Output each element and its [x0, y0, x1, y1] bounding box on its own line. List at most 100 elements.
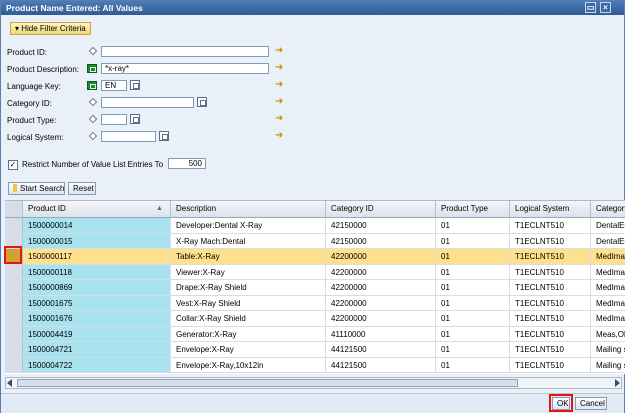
table-row[interactable]: 1500000118 Viewer:X-Ray 42200000 01 T1EC…: [5, 264, 625, 280]
category-id-input[interactable]: [101, 97, 194, 108]
select-all-cell[interactable]: [5, 201, 23, 217]
horizontal-scrollbar[interactable]: [5, 377, 622, 389]
product-type-input[interactable]: [101, 114, 127, 125]
product-type-cell: 01: [436, 264, 510, 279]
operator-icon[interactable]: [88, 131, 98, 141]
logical-system-cell: T1ECLNT510: [510, 295, 591, 310]
scroll-right-icon[interactable]: [615, 379, 620, 387]
row-selector[interactable]: [5, 264, 23, 279]
value-help-icon[interactable]: [130, 80, 140, 90]
reset-button[interactable]: Reset: [68, 182, 96, 195]
start-search-button[interactable]: Start Search: [8, 182, 65, 195]
row-selector[interactable]: [5, 326, 23, 341]
table-row[interactable]: 1500000015 X-Ray Mach:Dental 42150000 01…: [5, 233, 625, 249]
language-key-input[interactable]: EN: [101, 80, 127, 91]
value-help-icon[interactable]: [130, 114, 140, 124]
description-cell: Envelope:X-Ray,10x12in: [171, 357, 326, 372]
description-cell: Table:X-Ray: [171, 249, 326, 264]
logical-system-cell: T1ECLNT510: [510, 342, 591, 357]
category-id-cell: 42200000: [326, 311, 436, 326]
category-header[interactable]: Category: [591, 201, 625, 217]
scroll-left-icon[interactable]: [7, 379, 12, 387]
table-row[interactable]: 1500001676 Collar:X-Ray Shield 42200000 …: [5, 311, 625, 327]
row-selector[interactable]: [5, 280, 23, 295]
category-id-cell: 42200000: [326, 280, 436, 295]
table-row[interactable]: 1500004419 Generator:X-Ray 41110000 01 T…: [5, 326, 625, 342]
table-row[interactable]: 1500001675 Vest:X-Ray Shield 42200000 01…: [5, 295, 625, 311]
logical-system-cell: T1ECLNT510: [510, 264, 591, 279]
product-id-cell: 1500004722: [23, 357, 171, 372]
logical-system-label: Logical System:: [7, 133, 64, 142]
dialog-title: Product Name Entered: All Values ▭ ×: [1, 1, 624, 15]
arrow-right-icon[interactable]: ➜: [275, 46, 285, 56]
logical-system-input[interactable]: [101, 131, 156, 142]
logical-system-cell: T1ECLNT510: [510, 357, 591, 372]
operator-icon[interactable]: [88, 97, 98, 107]
description-cell: Developer:Dental X-Ray: [171, 218, 326, 233]
category-id-cell: 42150000: [326, 218, 436, 233]
category-cell: Meas,Obs: [596, 329, 625, 339]
product-type-header[interactable]: Product Type: [436, 201, 510, 217]
category-cell: DentalEqu: [596, 236, 625, 246]
start-search-label: Start Search: [20, 184, 65, 193]
description-cell: Drape:X-Ray Shield: [171, 280, 326, 295]
arrow-right-icon[interactable]: ➜: [275, 97, 285, 107]
row-selector[interactable]: [5, 357, 23, 372]
logical-system-header[interactable]: Logical System: [510, 201, 591, 217]
table-row[interactable]: 1500004721 Envelope:X-Ray 44121500 01 T1…: [5, 342, 625, 358]
hide-filter-criteria-button[interactable]: ▾ Hide Filter Criteria: [10, 22, 91, 35]
description-cell: X-Ray Mach:Dental: [171, 233, 326, 248]
row-selector[interactable]: [5, 295, 23, 310]
product-type-cell: 01: [436, 295, 510, 310]
row-selector[interactable]: [5, 218, 23, 233]
scrollbar-thumb[interactable]: [17, 379, 518, 387]
description-header[interactable]: Description: [171, 201, 326, 217]
logical-system-cell: T1ECLNT510: [510, 311, 591, 326]
product-id-cell: 1500001675: [23, 295, 171, 310]
product-id-cell: 1500004419: [23, 326, 171, 341]
category-cell: MedImag: [596, 314, 625, 323]
arrow-right-icon[interactable]: ➜: [275, 80, 285, 90]
logical-system-cell: T1ECLNT510: [510, 218, 591, 233]
category-cell: Mailing su: [596, 360, 625, 370]
product-type-cell: 01: [436, 342, 510, 357]
close-icon[interactable]: ×: [600, 2, 611, 13]
value-help-icon[interactable]: [159, 131, 169, 141]
category-id-header[interactable]: Category ID: [326, 201, 436, 217]
product-description-input[interactable]: *x-ray*: [101, 63, 269, 74]
operator-icon[interactable]: [87, 64, 97, 73]
restrict-entries-checkbox[interactable]: ✓: [8, 160, 18, 170]
product-type-label: Product Type:: [7, 116, 57, 125]
row-selector[interactable]: [5, 311, 23, 326]
table-row-selected[interactable]: 1500000117 Table:X-Ray 42200000 01 T1ECL…: [5, 249, 625, 265]
restrict-entries-label: Restrict Number of Value List Entries To: [22, 160, 164, 169]
logical-system-cell: T1ECLNT510: [510, 326, 591, 341]
row-selector[interactable]: [5, 342, 23, 357]
description-cell: Viewer:X-Ray: [171, 264, 326, 279]
product-type-cell: 01: [436, 311, 510, 326]
cancel-button[interactable]: Cancel: [575, 397, 607, 410]
operator-icon[interactable]: [88, 114, 98, 124]
product-type-cell: 01: [436, 326, 510, 341]
arrow-right-icon[interactable]: ➜: [275, 63, 285, 73]
value-help-icon[interactable]: [197, 97, 207, 107]
restrict-entries-input[interactable]: 500: [168, 158, 206, 169]
value-help-dialog: Product Name Entered: All Values ▭ × ▾ H…: [0, 0, 625, 413]
product-id-cell: 1500001676: [23, 311, 171, 326]
table-row[interactable]: 1500000869 Drape:X-Ray Shield 42200000 0…: [5, 280, 625, 296]
table-row[interactable]: 1500000014 Developer:Dental X-Ray 421500…: [5, 218, 625, 234]
product-id-header[interactable]: Product ID ▲: [23, 201, 171, 217]
operator-icon[interactable]: [87, 81, 97, 90]
logical-system-cell: T1ECLNT510: [510, 233, 591, 248]
table-header-row: Product ID ▲ Description Category ID Prod…: [5, 201, 625, 218]
arrow-right-icon[interactable]: ➜: [275, 131, 285, 141]
category-cell: MedImag: [596, 252, 625, 261]
product-type-cell: 01: [436, 233, 510, 248]
arrow-right-icon[interactable]: ➜: [275, 114, 285, 124]
minimize-icon[interactable]: ▭: [585, 2, 596, 13]
product-id-input[interactable]: [101, 46, 269, 57]
operator-icon[interactable]: [88, 46, 98, 56]
description-cell: Generator:X-Ray: [171, 326, 326, 341]
description-cell: Vest:X-Ray Shield: [171, 295, 326, 310]
table-row[interactable]: 1500004722 Envelope:X-Ray,10x12in 441215…: [5, 357, 625, 373]
